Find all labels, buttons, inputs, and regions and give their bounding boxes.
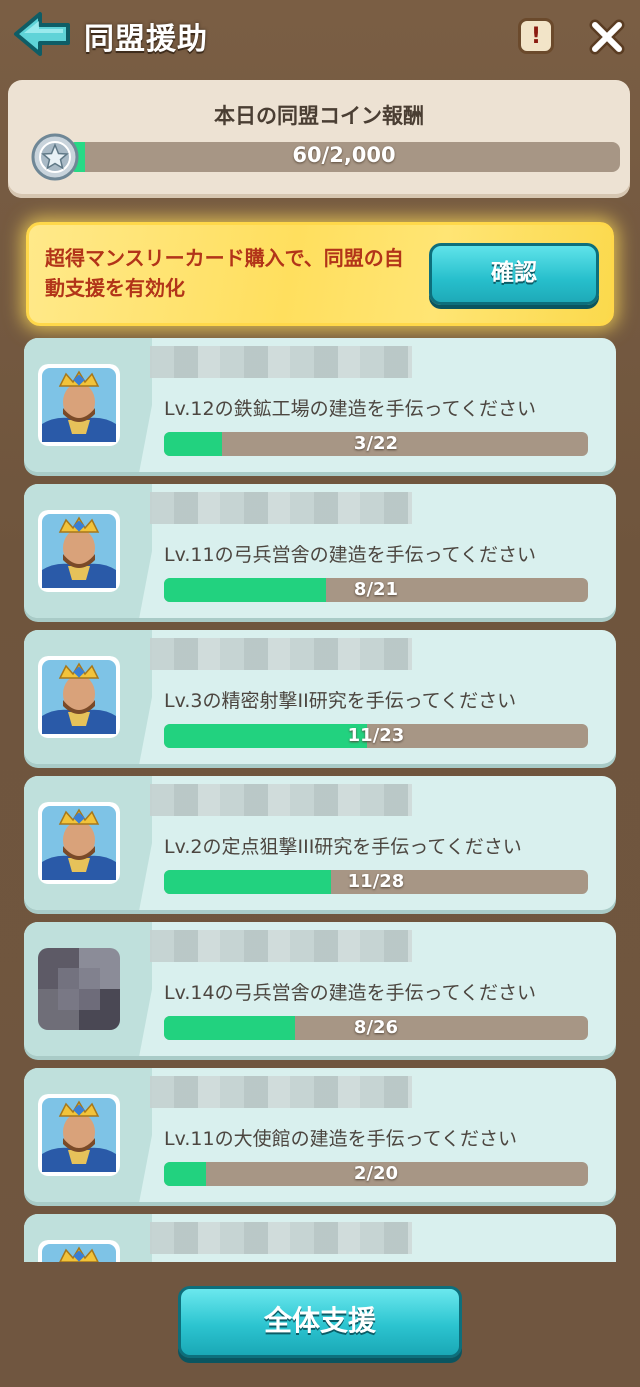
king-avatar	[38, 802, 120, 884]
help-request-card[interactable]: Lv.14の弓兵営舎の建造を手伝ってください 8/26	[24, 922, 616, 1056]
request-progress-bar: 11/28	[164, 870, 588, 894]
close-icon[interactable]	[588, 18, 626, 56]
blurred-avatar	[38, 948, 120, 1030]
king-avatar	[38, 510, 120, 592]
page-title: 同盟援助	[84, 22, 208, 57]
help-request-card[interactable]: Lv.11の大使館の建造を手伝ってください 2/20	[24, 1068, 616, 1202]
request-progress-count: 11/28	[347, 871, 405, 892]
request-progress-bar: 8/26	[164, 1016, 588, 1040]
player-name-redacted	[150, 1076, 412, 1108]
request-progress-bar: 2/20	[164, 1162, 588, 1186]
request-text: Lv.11の弓兵営舎の建造を手伝ってください	[164, 544, 537, 566]
banner-text: 超得マンスリーカード購入で、同盟の自動支援を有効化	[45, 246, 404, 300]
request-text: Lv.11の大使館の建造を手伝ってください	[164, 1128, 518, 1150]
request-progress-bar: 11/23	[164, 724, 588, 748]
player-name-redacted	[150, 930, 412, 962]
request-progress-bar: 3/22	[164, 432, 588, 456]
help-request-card[interactable]: Lv.3の精密射撃II研究を手伝ってください 11/23	[24, 630, 616, 764]
player-name-redacted	[150, 346, 412, 378]
player-name-redacted	[150, 1222, 412, 1254]
player-name-redacted	[150, 784, 412, 816]
request-progress-bar: 8/21	[164, 578, 588, 602]
request-progress-count: 2/20	[353, 1163, 399, 1184]
help-request-card[interactable]: Lv.11の弓兵営舎の建造を手伝ってください 8/21	[24, 484, 616, 618]
request-text: Lv.3の精密射撃II研究を手伝ってください	[164, 690, 517, 712]
coin-reward-title: 本日の同盟コイン報酬	[214, 104, 424, 128]
king-avatar	[38, 1094, 120, 1176]
player-name-redacted	[150, 638, 412, 670]
request-progress-count: 3/22	[353, 433, 399, 454]
request-text: Lv.2の定点狙撃III研究を手伝ってください	[164, 836, 522, 858]
request-progress-count: 11/23	[347, 725, 405, 746]
confirm-button[interactable]: 確認	[429, 243, 599, 305]
header: 同盟援助 !	[0, 0, 640, 72]
alliance-coin-icon	[30, 132, 80, 182]
back-arrow-icon[interactable]	[12, 10, 74, 58]
coin-progress-text: 60/2,000	[292, 143, 396, 167]
help-request-card[interactable]: Lv.2の定点狙撃III研究を手伝ってください 11/28	[24, 776, 616, 910]
help-request-card[interactable]: Lv.12の鉄鉱工場の建造を手伝ってください 3/22	[24, 338, 616, 472]
help-request-card[interactable]	[24, 1214, 616, 1262]
request-progress-count: 8/21	[353, 579, 399, 600]
king-avatar	[38, 656, 120, 738]
player-name-redacted	[150, 492, 412, 524]
assist-all-button[interactable]: 全体支援	[178, 1286, 462, 1358]
help-request-list[interactable]: Lv.12の鉄鉱工場の建造を手伝ってください 3/22 Lv.11の弓兵営舎の建造を…	[0, 336, 640, 1262]
coin-reward-panel: 本日の同盟コイン報酬 60/2,000	[8, 80, 630, 198]
king-avatar	[38, 1240, 120, 1262]
monthly-card-banner: 超得マンスリーカード購入で、同盟の自動支援を有効化 確認	[26, 222, 614, 326]
exclamation-icon[interactable]: !	[518, 18, 554, 54]
king-avatar	[38, 364, 120, 446]
request-text: Lv.12の鉄鉱工場の建造を手伝ってください	[164, 398, 537, 420]
coin-progress-bar: 60/2,000	[68, 142, 620, 172]
request-text: Lv.14の弓兵営舎の建造を手伝ってください	[164, 982, 537, 1004]
request-progress-count: 8/26	[353, 1017, 399, 1038]
